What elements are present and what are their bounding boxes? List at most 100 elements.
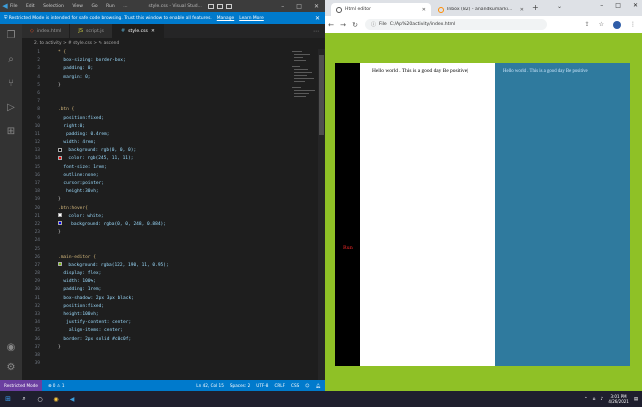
site-info-icon[interactable]: ⓘ [371, 21, 376, 28]
chrome-taskbar-icon[interactable]: ◉ [48, 396, 64, 403]
html-editor-panel[interactable]: Hello world . This is a good day Be posi… [360, 63, 495, 366]
run-button-bar[interactable] [335, 63, 360, 366]
minimize-icon[interactable]: – [600, 2, 603, 9]
run-debug-icon[interactable]: ▷ [5, 102, 17, 114]
code-line[interactable]: 36 border: 2px solid #c0c0f; [22, 336, 312, 344]
code-line[interactable]: 27 background: rgba(122, 190, 11, 0.95); [22, 262, 312, 270]
cursor-position[interactable]: Ln 42, Col 15 [196, 383, 224, 389]
close-icon[interactable]: ✕ [314, 3, 319, 10]
address-bar[interactable]: ⓘ File C:/Ap%20activity/index.html [365, 19, 547, 30]
tab-index-html[interactable]: ◇ index.html [22, 24, 71, 38]
code-line[interactable]: 3 padding: 0; [22, 65, 312, 73]
source-control-icon[interactable]: ⑂ [5, 78, 17, 90]
color-swatch[interactable] [58, 262, 62, 267]
extensions-icon[interactable]: ⊞ [5, 126, 17, 138]
clock[interactable]: 3:01 PM 4/26/2021 [608, 394, 629, 404]
toggle-panel-icon[interactable] [216, 3, 223, 9]
close-banner-icon[interactable]: ✕ [315, 15, 320, 22]
code-line[interactable]: 21 color: white; [22, 213, 312, 221]
new-tab-icon[interactable]: + [532, 3, 539, 12]
bookmark-star-icon[interactable]: ☆ [599, 21, 604, 29]
color-swatch[interactable] [58, 221, 62, 226]
reload-icon[interactable]: ↻ [349, 21, 361, 29]
code-line[interactable]: 39 [22, 360, 312, 368]
scrollbar-thumb[interactable] [319, 55, 324, 135]
encoding[interactable]: UTF-8 [256, 383, 268, 389]
code-line[interactable]: 4 margin: 0; [22, 74, 312, 82]
menu-edit[interactable]: Edit [26, 4, 35, 9]
code-line[interactable]: 10 right:0; [22, 123, 312, 131]
more-actions-icon[interactable]: ⋯ [307, 24, 325, 38]
code-line[interactable]: 34 justify-content: center; [22, 319, 312, 327]
code-line[interactable]: 30 padding: 1rem; [22, 286, 312, 294]
code-line[interactable]: 35 align-items: center; [22, 327, 312, 335]
maximize-icon[interactable]: □ [615, 2, 621, 9]
menu-more[interactable]: ... [123, 4, 127, 9]
code-line[interactable]: 13 background: rgb(0, 0, 0); [22, 147, 312, 155]
code-line[interactable]: 23} [22, 229, 312, 237]
color-swatch[interactable] [58, 155, 62, 160]
notifications-icon[interactable]: ▤ [634, 397, 638, 402]
code-line[interactable]: 26 .main-editor { [22, 254, 312, 262]
code-line[interactable]: 24 [22, 237, 312, 245]
code-line[interactable]: 9 position:fixed; [22, 115, 312, 123]
code-line[interactable]: 5} [22, 82, 312, 90]
menu-run[interactable]: Run [106, 4, 115, 9]
editor-scrollbar[interactable] [318, 49, 325, 380]
language-mode[interactable]: CSS [291, 383, 299, 389]
feedback-icon[interactable]: ☺ [305, 383, 309, 389]
problems-indicator[interactable]: ⊗ 0 ⚠ 1 [48, 383, 65, 388]
browser-tab-inbox[interactable]: Inbox (82) - anandkumarki... ✕ [433, 3, 529, 16]
network-icon[interactable]: ⌂ [593, 397, 596, 402]
toggle-secondary-sidebar-icon[interactable] [225, 3, 232, 9]
code-line[interactable]: 8 .btn { [22, 106, 312, 114]
indentation[interactable]: Spaces: 2 [230, 383, 250, 389]
notifications-icon[interactable]: 🔔︎ [316, 383, 321, 389]
color-swatch[interactable] [58, 213, 62, 218]
tab-script-js[interactable]: JS script.js [70, 24, 113, 38]
code-line[interactable]: 32 position:fixed; [22, 303, 312, 311]
code-line[interactable]: 14 color: rgb(245, 11, 11); [22, 155, 312, 163]
code-line[interactable]: 37} [22, 344, 312, 352]
tray-overflow-icon[interactable]: ⌃ [584, 397, 588, 402]
task-view-icon[interactable]: ○ [32, 396, 48, 403]
code-line[interactable]: 29 width: 100%; [22, 278, 312, 286]
back-icon[interactable]: ← [325, 21, 337, 29]
menu-file[interactable]: File [10, 4, 18, 9]
close-tab-icon[interactable]: ✕ [151, 29, 155, 34]
menu-view[interactable]: View [72, 4, 83, 9]
breadcrumb[interactable]: 2. to activity > # style.css > ✎ ascend [22, 38, 325, 48]
code-line[interactable]: 22 background: rgba(0, 0, 248, 0.884); [22, 221, 312, 229]
volume-icon[interactable]: ♪ [601, 397, 604, 402]
code-line[interactable]: 31 box-shadow: 2px 3px black; [22, 295, 312, 303]
code-line[interactable]: 11 padding: 0.4rem; [22, 131, 312, 139]
code-line[interactable]: 38 [22, 352, 312, 360]
code-line[interactable]: 7 [22, 98, 312, 106]
code-line[interactable]: 33 height:100vh; [22, 311, 312, 319]
code-line[interactable]: 12 width: 4rem; [22, 139, 312, 147]
profile-avatar[interactable] [613, 20, 621, 29]
menu-go[interactable]: Go [91, 4, 97, 9]
vscode-taskbar-icon[interactable]: ◀ [64, 396, 80, 403]
windows-start-icon[interactable]: ⊞ [0, 395, 16, 403]
code-line[interactable]: 25 [22, 246, 312, 254]
search-icon[interactable]: ⌕ [5, 54, 17, 66]
close-icon[interactable]: ✕ [633, 2, 638, 9]
search-icon[interactable]: ⌕ [16, 395, 32, 403]
account-icon[interactable]: ◉ [5, 342, 17, 354]
close-tab-icon[interactable]: ✕ [520, 7, 524, 13]
menu-selection[interactable]: Selection [43, 4, 64, 9]
run-button-label[interactable]: Run [343, 246, 353, 251]
code-editor[interactable]: 1 * {2 box-sizing: border-box; 3 padding: … [22, 49, 312, 380]
toggle-sidebar-icon[interactable] [207, 3, 214, 9]
code-line[interactable]: 1 * { [22, 49, 312, 57]
code-line[interactable]: 6 [22, 90, 312, 98]
minimize-icon[interactable]: – [281, 3, 284, 10]
browser-tab-html-editor[interactable]: Html editor ✕ [331, 3, 431, 16]
share-icon[interactable]: ⇪ [585, 21, 590, 29]
code-line[interactable]: 17 cursor:pointer; [22, 180, 312, 188]
manage-gear-icon[interactable]: ⚙ [5, 362, 17, 374]
chrome-menu-icon[interactable]: ⋮ [630, 21, 636, 29]
code-line[interactable]: 15 font-size: 1rem; [22, 164, 312, 172]
tab-search-icon[interactable]: ⌄ [557, 3, 562, 10]
